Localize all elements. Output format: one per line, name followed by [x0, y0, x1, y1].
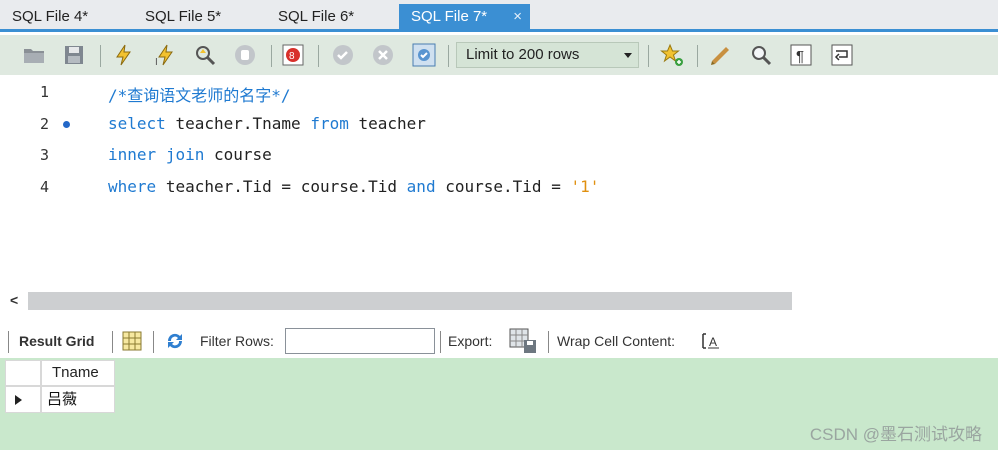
toolbar-separator	[112, 331, 113, 353]
toolbar-separator	[271, 45, 272, 67]
code-line: where teacher.Tid = course.Tid and cours…	[108, 177, 600, 196]
rollback-icon[interactable]	[371, 43, 395, 67]
filter-rows-label: Filter Rows:	[200, 333, 274, 349]
tab-sql-file-4[interactable]: SQL File 4*	[0, 4, 128, 30]
execute-icon[interactable]	[112, 43, 136, 67]
beautify-icon[interactable]	[709, 43, 733, 67]
line-number: 2	[40, 115, 50, 133]
code-line: inner join course	[108, 145, 272, 164]
tab-bar: SQL File 4* SQL File 5* SQL File 6* SQL …	[0, 0, 998, 32]
horizontal-scrollbar[interactable]: <	[0, 290, 998, 312]
toolbar-separator	[648, 45, 649, 67]
refresh-icon[interactable]	[164, 331, 186, 351]
line-number: 1	[40, 83, 50, 101]
code-line: select teacher.Tname from teacher	[108, 114, 426, 133]
editor-toolbar: I 8 Limit to 200 rows ¶	[0, 35, 998, 75]
tab-label: SQL File 7*	[411, 8, 488, 25]
wrap-cell-icon[interactable]: A	[701, 332, 721, 350]
svg-text:¶: ¶	[796, 48, 804, 65]
result-toolbar: Result Grid Filter Rows: Export: Wrap Ce…	[0, 323, 998, 358]
commit-icon[interactable]	[331, 43, 355, 67]
row-marker[interactable]	[5, 386, 41, 413]
toolbar-separator	[448, 45, 449, 67]
code-line: /*查询语文老师的名字*/	[108, 86, 291, 105]
close-icon[interactable]: ×	[513, 4, 522, 30]
result-grid-tab[interactable]: Result Grid	[19, 333, 94, 349]
toolbar-separator	[318, 45, 319, 67]
export-icon[interactable]	[509, 328, 537, 354]
statement-marker-icon	[63, 121, 70, 128]
current-row-icon	[15, 395, 22, 405]
tab-sql-file-6[interactable]: SQL File 6*	[266, 4, 394, 30]
toolbar-separator	[8, 331, 9, 353]
find-icon[interactable]	[749, 43, 773, 67]
wrap-lines-icon[interactable]	[830, 43, 854, 67]
limit-rows-select[interactable]: Limit to 200 rows	[456, 42, 639, 68]
tab-sql-file-7[interactable]: SQL File 7* ×	[399, 4, 530, 30]
toolbar-separator	[440, 331, 441, 353]
svg-text:A: A	[709, 335, 717, 349]
column-header-tname[interactable]: Tname	[41, 360, 115, 386]
line-number: 3	[40, 146, 50, 164]
tab-label: SQL File 6*	[278, 8, 355, 25]
toolbar-separator	[153, 331, 154, 353]
filter-rows-input[interactable]	[285, 328, 435, 354]
toggle-continue-on-error-icon[interactable]: 8	[281, 43, 305, 67]
execute-current-icon[interactable]: I	[153, 43, 177, 67]
toolbar-separator	[697, 45, 698, 67]
stop-icon[interactable]	[233, 43, 257, 67]
sql-editor[interactable]: 1 /*查询语文老师的名字*/ 2 select teacher.Tname f…	[0, 75, 998, 290]
autocommit-icon[interactable]	[412, 43, 436, 67]
svg-text:I: I	[155, 57, 158, 67]
limit-rows-value: Limit to 200 rows	[466, 46, 580, 63]
tab-sql-file-5[interactable]: SQL File 5*	[133, 4, 261, 30]
export-label: Export:	[448, 333, 493, 349]
watermark: CSDN @墨石测试攻略	[809, 425, 982, 444]
grid-layout-icon[interactable]	[122, 331, 142, 351]
open-folder-icon[interactable]	[22, 43, 46, 67]
scroll-left-icon[interactable]: <	[10, 292, 18, 308]
line-number: 4	[40, 178, 50, 196]
toolbar-separator	[548, 331, 549, 353]
tab-label: SQL File 4*	[12, 8, 89, 25]
row-header-corner	[5, 360, 41, 386]
save-icon[interactable]	[62, 43, 86, 67]
svg-text:8: 8	[289, 51, 295, 62]
chevron-down-icon	[624, 53, 632, 58]
add-snippet-icon[interactable]	[660, 43, 684, 67]
table-cell[interactable]: 吕薇	[41, 386, 115, 413]
tab-label: SQL File 5*	[145, 8, 222, 25]
invisible-chars-icon[interactable]: ¶	[789, 43, 813, 67]
scrollbar-thumb[interactable]	[28, 292, 792, 310]
toolbar-separator	[100, 45, 101, 67]
wrap-cell-content-label: Wrap Cell Content:	[557, 333, 676, 349]
explain-icon[interactable]	[193, 43, 217, 67]
